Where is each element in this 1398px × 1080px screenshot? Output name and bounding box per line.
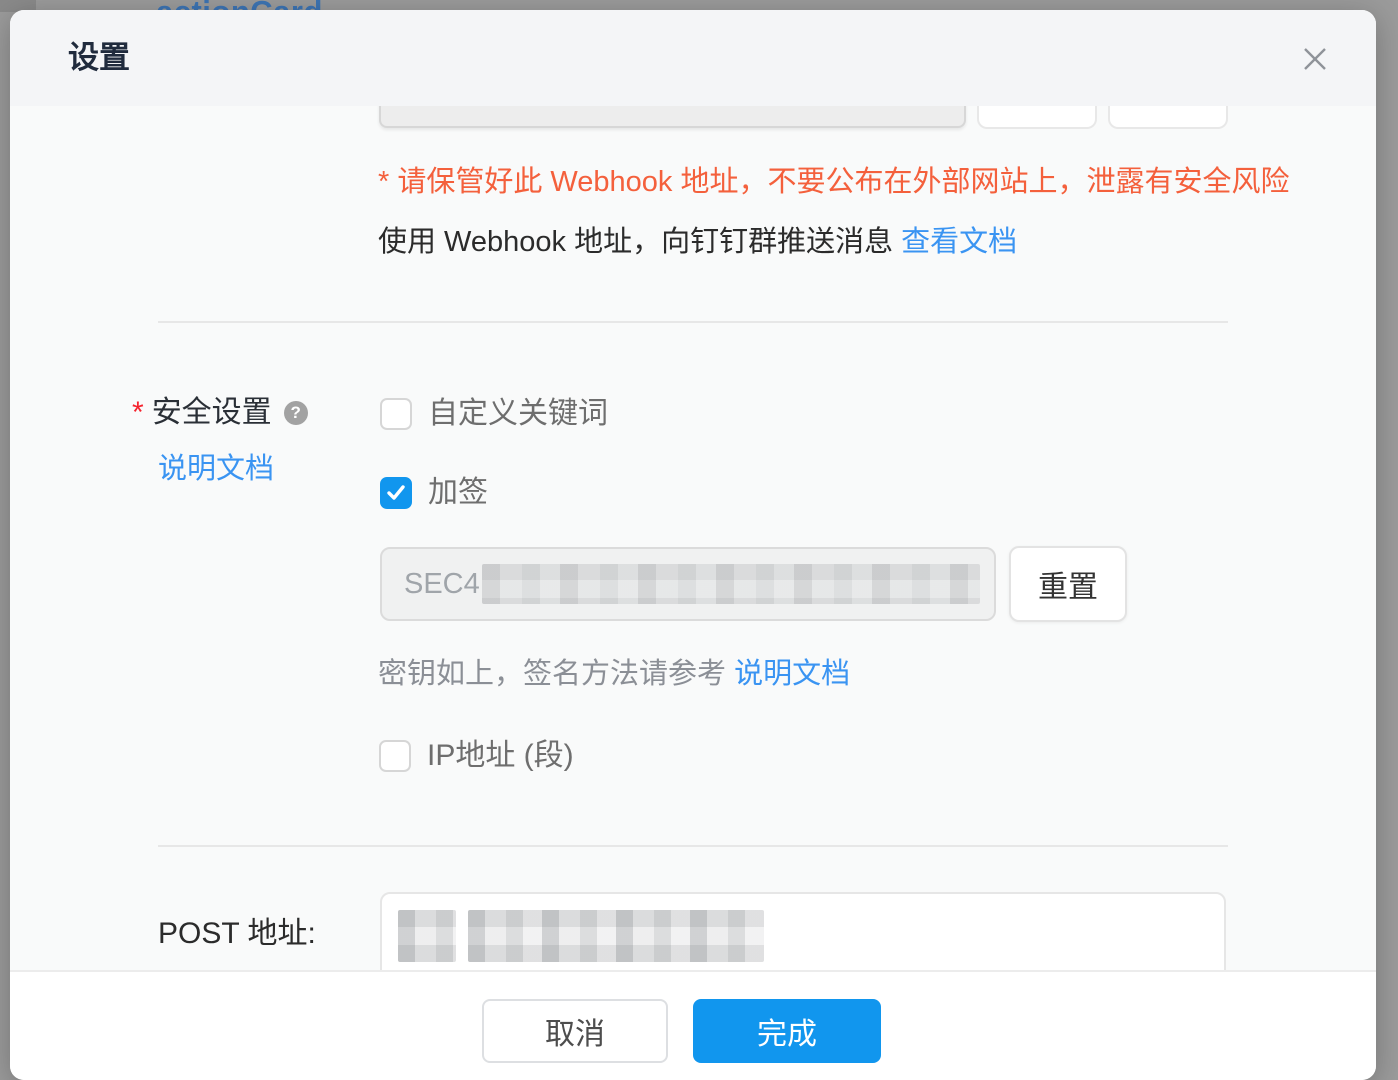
partial-button-right[interactable] <box>1108 106 1228 129</box>
view-doc-link[interactable]: 查看文档 <box>901 226 1017 258</box>
dialog-header: 设置 <box>10 10 1376 106</box>
section-divider <box>158 321 1228 323</box>
close-icon <box>1302 46 1328 72</box>
checkbox-row-ip[interactable]: IP地址 (段) <box>379 739 574 773</box>
redacted-address-blur <box>398 910 456 962</box>
security-label-text: 安全设置 <box>152 393 272 433</box>
redacted-secret-blur <box>482 564 980 604</box>
required-asterisk: * <box>132 393 144 433</box>
dialog-title: 设置 <box>68 38 130 78</box>
webhook-url-input-partial[interactable] <box>379 106 966 128</box>
sign-secret-input[interactable]: SEC4 <box>380 547 996 621</box>
sign-doc-link[interactable]: 说明文档 <box>734 658 850 690</box>
ip-checkbox[interactable] <box>379 740 411 772</box>
redacted-address-blur <box>468 910 764 962</box>
sign-checkbox[interactable] <box>380 477 412 509</box>
partial-button-left[interactable] <box>977 106 1097 129</box>
custom-keyword-checkbox[interactable] <box>380 398 412 430</box>
custom-keyword-label: 自定义关键词 <box>428 397 608 431</box>
section-divider <box>158 845 1228 847</box>
post-address-input[interactable] <box>380 892 1226 970</box>
checkbox-row-custom-keyword[interactable]: 自定义关键词 <box>380 397 608 431</box>
security-settings-label: * 安全设置 ? <box>132 393 308 433</box>
webhook-warning: * 请保管好此 Webhook 地址，不要公布在外部网站上，泄露有安全风险 <box>378 162 1289 202</box>
dialog-footer: 取消 完成 <box>10 970 1376 1080</box>
security-doc-link[interactable]: 说明文档 <box>158 449 274 489</box>
confirm-button[interactable]: 完成 <box>693 999 881 1063</box>
checkbox-row-sign[interactable]: 加签 <box>380 476 488 510</box>
sign-label: 加签 <box>428 476 488 510</box>
sign-key-note: 密钥如上，签名方法请参考 说明文档 <box>378 654 850 694</box>
cancel-button[interactable]: 取消 <box>482 999 668 1063</box>
close-button[interactable] <box>1298 42 1332 76</box>
ip-label: IP地址 (段) <box>427 739 574 773</box>
check-icon <box>386 483 406 503</box>
sign-secret-prefix: SEC4 <box>404 568 480 601</box>
reset-button[interactable]: 重置 <box>1009 546 1127 622</box>
help-icon[interactable]: ? <box>284 401 308 425</box>
webhook-usage: 使用 Webhook 地址，向钉钉群推送消息 查看文档 <box>378 222 1017 262</box>
sign-note-text: 密钥如上，签名方法请参考 <box>378 658 734 690</box>
dialog-body: * 请保管好此 Webhook 地址，不要公布在外部网站上，泄露有安全风险 使用… <box>10 106 1376 970</box>
page: actionCard 设置 * 请保管好此 Webhook 地址，不要公布在外部… <box>0 0 1398 1080</box>
usage-text: 使用 Webhook 地址，向钉钉群推送消息 <box>378 226 901 258</box>
post-address-label: POST 地址: <box>158 914 316 954</box>
settings-dialog: 设置 * 请保管好此 Webhook 地址，不要公布在外部网站上，泄露有安全风险… <box>10 10 1376 1080</box>
